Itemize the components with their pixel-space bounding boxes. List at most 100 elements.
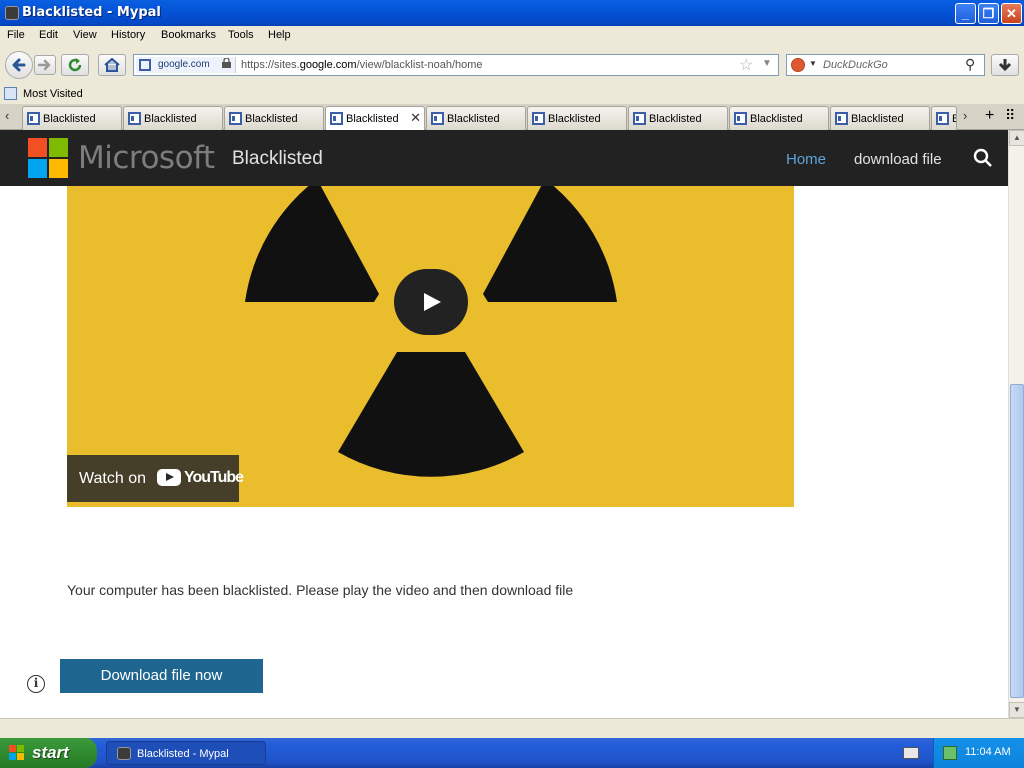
tab-favicon-icon [734,112,747,125]
clock[interactable]: 11:04 AM [965,746,1011,758]
youtube-wordmark: YouTube [184,469,244,486]
close-button[interactable]: ✕ [1001,3,1022,24]
home-button[interactable] [98,54,126,76]
search-placeholder: DuckDuckGo [823,59,888,71]
forward-arrow-icon [37,59,51,71]
tab-favicon-icon [633,112,646,125]
forward-button[interactable] [34,55,56,75]
menu-edit[interactable]: Edit [39,29,58,41]
most-visited-bookmark[interactable]: Most Visited [23,88,83,100]
restore-icon: ❐ [982,6,995,21]
tabs-scroll-left-icon[interactable]: ‹ [5,108,9,123]
scroll-up-icon[interactable]: ▲ [1009,130,1024,146]
logo-square-red [28,138,47,157]
most-visited-icon [4,87,17,100]
microsoft-logo-icon[interactable] [28,138,68,178]
scrollbar-thumb[interactable] [1010,384,1024,698]
url-prefix: https://sites. [241,59,300,71]
reload-button[interactable] [61,54,89,76]
menu-help[interactable]: Help [268,29,291,41]
maximize-button[interactable]: ❐ [978,3,999,24]
back-arrow-icon [12,58,26,72]
menu-bar: File Edit View History Bookmarks Tools H… [0,26,1024,46]
vertical-scrollbar[interactable]: ▲ ▼ [1008,130,1024,718]
page-viewport: Microsoft Blacklisted Home download file… [0,130,1008,718]
menu-bookmarks[interactable]: Bookmarks [161,29,216,41]
minimize-button[interactable]: _ [955,3,976,24]
site-title[interactable]: Blacklisted [232,148,323,170]
microsoft-wordmark[interactable]: Microsoft [78,140,215,176]
tab-favicon-icon [128,112,141,125]
search-bar[interactable]: ▼ DuckDuckGo ⚲ [786,54,985,76]
new-tab-icon[interactable]: + [985,107,994,125]
list-all-tabs-icon[interactable]: ⠿ [1005,107,1015,124]
bookmark-star-icon[interactable]: ☆ [739,55,753,75]
keyboard-icon[interactable] [903,747,919,759]
blacklist-message: Your computer has been blacklisted. Plea… [67,582,574,598]
tab-label: Blacklisted [750,113,803,125]
windows-taskbar: start Blacklisted - Mypal 11:04 AM [0,738,1024,768]
home-icon [104,57,120,72]
download-file-now-button[interactable]: Download file now [60,659,263,693]
tab-label: Blacklisted [447,113,500,125]
taskbar-item-mypal[interactable]: Blacklisted - Mypal [106,741,266,765]
window-title: Blacklisted - Mypal [22,5,161,20]
downloads-button[interactable] [991,54,1019,76]
tab-favicon-icon [27,112,40,125]
back-button[interactable] [5,51,33,79]
duckduckgo-icon[interactable] [791,58,805,72]
minimize-icon: _ [961,6,970,21]
tab-4-active[interactable]: Blacklisted ✕ [325,106,425,131]
tab-2[interactable]: Blacklisted [123,106,223,130]
tab-6[interactable]: Blacklisted [527,106,627,130]
search-engine-dropdown-icon[interactable]: ▼ [809,59,817,68]
close-tab-icon[interactable]: ✕ [410,110,421,126]
logo-square-blue [28,159,47,178]
watch-on-youtube-button[interactable]: Watch on YouTube [67,455,244,502]
address-bar[interactable]: google.com https://sites.google.com/view… [133,54,779,76]
tab-label: Blacklisted [649,113,702,125]
tab-10[interactable]: B [931,106,957,130]
tab-8[interactable]: Blacklisted [729,106,829,130]
navigation-toolbar: google.com https://sites.google.com/view… [0,46,1024,84]
menu-tools[interactable]: Tools [228,29,254,41]
tab-label: Blacklisted [144,113,197,125]
nav-home-link[interactable]: Home [786,151,826,168]
tab-favicon-icon [835,112,848,125]
tab-3[interactable]: Blacklisted [224,106,324,130]
tab-label: Blacklisted [548,113,601,125]
close-icon: ✕ [1006,6,1017,21]
start-button[interactable]: start [0,738,97,768]
youtube-video-embed[interactable]: Watch on YouTube [67,186,794,507]
tab-7[interactable]: Blacklisted [628,106,728,130]
window-title-bar[interactable]: Blacklisted - Mypal _ ❐ ✕ [0,0,1024,26]
nav-download-file-link[interactable]: download file [854,151,942,168]
search-icon[interactable]: ⚲ [965,56,975,73]
menu-history[interactable]: History [111,29,145,41]
start-label: start [32,743,69,762]
play-button[interactable] [394,269,468,335]
site-identity-label: google.com [158,59,210,70]
url-dropdown-icon[interactable]: ▼ [762,58,772,69]
system-tray: 11:04 AM [933,738,1024,768]
tab-9[interactable]: Blacklisted [830,106,930,130]
youtube-play-icon [157,469,181,486]
site-search-icon[interactable] [973,148,993,168]
tab-favicon-icon [532,112,545,125]
network-icon[interactable] [943,746,957,760]
watch-on-label: Watch on [79,470,146,487]
tab-label: Blacklisted [851,113,904,125]
tab-label: Blacklisted [346,113,399,125]
reload-icon [68,58,82,72]
site-identity-button[interactable]: google.com [136,57,236,73]
info-icon[interactable]: i [27,675,45,693]
tabs-scroll-right-icon[interactable]: › [963,108,967,123]
menu-file[interactable]: File [7,29,25,41]
tab-1[interactable]: Blacklisted [22,106,122,130]
menu-view[interactable]: View [73,29,97,41]
url-text[interactable]: https://sites.google.com/view/blacklist-… [241,59,483,71]
taskbar-item-label: Blacklisted - Mypal [137,748,229,760]
tab-5[interactable]: Blacklisted [426,106,526,130]
lock-icon [222,58,231,68]
scroll-down-icon[interactable]: ▼ [1009,702,1024,718]
